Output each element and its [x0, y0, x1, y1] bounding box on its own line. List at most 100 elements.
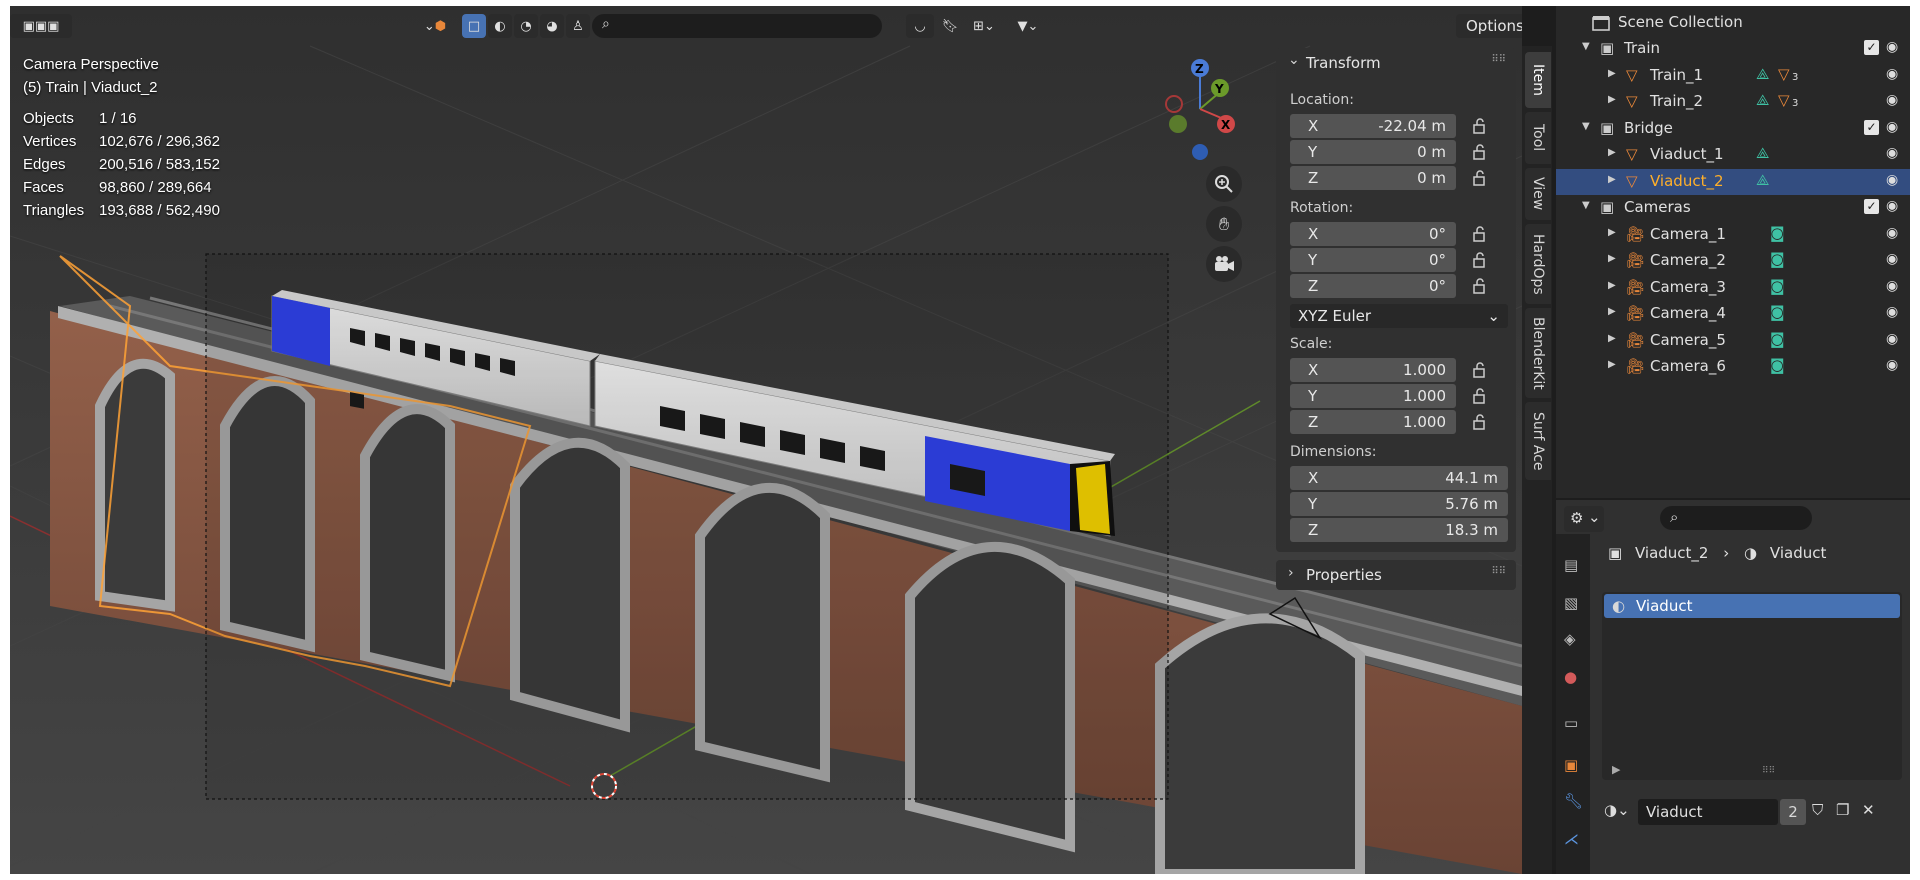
resize-handle-icon[interactable]: ⠿⠿ — [1762, 766, 1775, 776]
scale-z-field[interactable]: Z 1.000 — [1290, 410, 1456, 434]
outliner-item-camera_2[interactable]: ▶ 🎥︎ Camera_2 ◙ ◉ — [1556, 248, 1910, 274]
visibility-eye-icon[interactable]: ◉ — [1886, 331, 1898, 347]
expand-right-icon[interactable]: ▶ — [1608, 306, 1616, 317]
outliner-item-train_2[interactable]: ▶ ▽ Train_2 ⟁ ▽ 3 ◉ — [1556, 89, 1910, 115]
camera-data-icon[interactable]: ◙ — [1770, 277, 1785, 295]
camera-data-icon[interactable]: ◙ — [1770, 303, 1785, 321]
exclude-checkbox[interactable]: ✓ — [1864, 119, 1879, 135]
rotation-y-field[interactable]: Y 0° — [1290, 248, 1456, 272]
object-tab-icon[interactable]: ▣ — [1564, 756, 1582, 774]
rotation-mode-select[interactable]: XYZ Euler ⌄ — [1290, 304, 1508, 328]
rotation-z-field[interactable]: Z 0° — [1290, 274, 1456, 298]
camera-data-icon[interactable]: ◙ — [1770, 250, 1785, 268]
lock-icon[interactable] — [1472, 414, 1488, 430]
editor-type-dropdown[interactable]: ⚙ ⌄ — [1564, 506, 1604, 532]
duplicate-icon[interactable]: ❐ — [1836, 801, 1849, 819]
scale-y-field[interactable]: Y 1.000 — [1290, 384, 1456, 408]
expand-right-icon[interactable]: ▶ — [1608, 227, 1616, 238]
overlay-dropdown[interactable]: ⌄ ⬢ — [418, 14, 452, 38]
camera-data-icon[interactable]: ◙ — [1770, 224, 1785, 242]
outliner-item-camera_3[interactable]: ▶ 🎥︎ Camera_3 ◙ ◉ — [1556, 275, 1910, 301]
filter-empty-icon[interactable]: ♙ — [566, 14, 590, 38]
visibility-eye-icon[interactable]: ◉ — [1886, 66, 1898, 82]
filter-world-icon[interactable]: ◕ — [540, 14, 564, 38]
properties-search-input[interactable]: ⌕ — [1660, 506, 1812, 530]
breadcrumb-object[interactable]: Viaduct_2 — [1635, 544, 1709, 562]
material-name-field[interactable]: Viaduct — [1638, 799, 1778, 825]
lock-icon[interactable] — [1472, 388, 1488, 404]
dimension-z-field[interactable]: Z 18.3 m — [1290, 518, 1508, 542]
visibility-eye-icon[interactable]: ◉ — [1886, 39, 1898, 55]
visibility-eye-icon[interactable]: ◉ — [1886, 92, 1898, 108]
camera-data-icon[interactable]: ◙ — [1770, 356, 1785, 374]
visibility-eye-icon[interactable]: ◉ — [1886, 278, 1898, 294]
expand-right-icon[interactable]: ▶ — [1608, 147, 1616, 158]
lock-icon[interactable] — [1472, 118, 1488, 134]
mesh-data-icon[interactable]: ⟁ — [1756, 65, 1769, 83]
visibility-eye-icon[interactable]: ◉ — [1886, 304, 1898, 320]
drag-handle-icon[interactable]: ⠿⠿ — [1491, 566, 1506, 577]
location-x-field[interactable]: X -22.04 m — [1290, 114, 1456, 138]
tab-item[interactable]: Item — [1525, 52, 1551, 108]
tab-blenderkit[interactable]: BlenderKit — [1525, 308, 1551, 398]
visibility-eye-icon[interactable]: ◉ — [1886, 198, 1898, 214]
properties-panel[interactable]: › Properties ⠿⠿ — [1276, 560, 1516, 590]
lock-icon[interactable] — [1472, 144, 1488, 160]
expand-down-icon[interactable]: ▼ — [1582, 41, 1590, 52]
visibility-eye-icon[interactable]: ◉ — [1886, 119, 1898, 135]
tab-hardops[interactable]: HardOps — [1525, 224, 1551, 304]
filter-funnel-icon[interactable]: ▼⌄ — [1010, 14, 1046, 38]
options-dropdown[interactable]: Options ⌄ — [1456, 14, 1522, 38]
drag-handle-icon[interactable]: ⠿⠿ — [1491, 54, 1506, 65]
expand-right-icon[interactable]: ▶ — [1608, 359, 1616, 370]
expand-right-icon[interactable]: ▶ — [1608, 68, 1616, 79]
mesh-data-icon[interactable]: ⟁ — [1756, 91, 1769, 109]
dimension-x-field[interactable]: X 44.1 m — [1290, 466, 1508, 490]
location-y-field[interactable]: Y0 m — [1290, 140, 1456, 164]
camera-data-icon[interactable]: ◙ — [1770, 330, 1785, 348]
zoom-icon[interactable] — [1206, 166, 1242, 202]
sort-icon[interactable]: ⊞⌄ — [964, 14, 1004, 38]
scene-tab-icon[interactable]: ◈ — [1564, 630, 1582, 648]
output-tab-icon[interactable]: ▧ — [1564, 594, 1582, 612]
outliner-item-train_1[interactable]: ▶ ▽ Train_1 ⟁ ▽ 3 ◉ — [1556, 63, 1910, 89]
breadcrumb-material[interactable]: Viaduct — [1770, 544, 1826, 562]
material-slot-selected[interactable]: ◐ Viaduct — [1604, 594, 1900, 618]
dimension-y-field[interactable]: Y 5.76 m — [1290, 492, 1508, 516]
visibility-eye-icon[interactable]: ◉ — [1886, 172, 1898, 188]
outliner-item-viaduct_2[interactable]: ▶ ▽ Viaduct_2 ⟁ ◉ — [1556, 168, 1910, 195]
location-z-field[interactable]: Z0 m — [1290, 166, 1456, 190]
visibility-eye-icon[interactable]: ◉ — [1886, 225, 1898, 241]
world-tab-icon[interactable]: ● — [1564, 668, 1582, 686]
fake-user-shield-icon[interactable]: ⛉ — [1812, 801, 1823, 819]
exclude-checkbox[interactable]: ✓ — [1864, 40, 1879, 55]
modifier-wrench-icon[interactable]: 🔧︎ — [1564, 792, 1583, 810]
user-count-button[interactable]: 2 — [1780, 799, 1806, 825]
visibility-eye-icon[interactable]: ◉ — [1886, 357, 1898, 373]
filter-light-icon[interactable]: ◔ — [514, 14, 538, 38]
exclude-checkbox[interactable]: ✓ — [1864, 199, 1879, 214]
navigation-gizmo[interactable]: Z Y X — [1148, 54, 1248, 164]
expand-right-icon[interactable]: ▶ — [1608, 280, 1616, 291]
transform-title[interactable]: Transform — [1306, 54, 1381, 72]
mesh-data-icon[interactable]: ⟁ — [1756, 144, 1769, 162]
visibility-eye-icon[interactable]: ◉ — [1886, 145, 1898, 161]
expand-right-icon[interactable]: ▶ — [1608, 94, 1616, 105]
close-icon[interactable]: ✕ — [1862, 801, 1875, 819]
outliner-item-viaduct_1[interactable]: ▶ ▽ Viaduct_1 ⟁ ◉ — [1556, 142, 1910, 168]
lock-icon[interactable] — [1472, 226, 1488, 242]
outliner-item-cameras[interactable]: ▼ ▣ Cameras ✓ ◉ — [1556, 195, 1910, 221]
mesh-data-icon[interactable]: ⟁ — [1756, 171, 1769, 189]
lock-icon[interactable] — [1472, 362, 1488, 378]
filter-material-icon[interactable]: ◐ — [488, 14, 512, 38]
outliner-item-camera_6[interactable]: ▶ 🎥︎ Camera_6 ◙ ◉ — [1556, 354, 1910, 380]
modifier-icon[interactable]: ▽ — [1778, 91, 1790, 109]
particles-tab-icon[interactable]: ⋌ — [1564, 830, 1582, 848]
collection-tab-icon[interactable]: ▭ — [1564, 714, 1582, 732]
tab-surf-ace[interactable]: Surf Ace — [1525, 402, 1551, 480]
material-slot-list[interactable]: ◐ Viaduct ▶ ⠿⠿ — [1602, 592, 1902, 780]
outliner-item-camera_4[interactable]: ▶ 🎥︎ Camera_4 ◙ ◉ — [1556, 301, 1910, 327]
bookmark-icon[interactable]: 🔖︎ — [938, 14, 962, 38]
expand-down-icon[interactable]: ▼ — [1582, 121, 1590, 132]
selection-mode-buttons[interactable]: ▣▣▣ — [10, 14, 72, 38]
